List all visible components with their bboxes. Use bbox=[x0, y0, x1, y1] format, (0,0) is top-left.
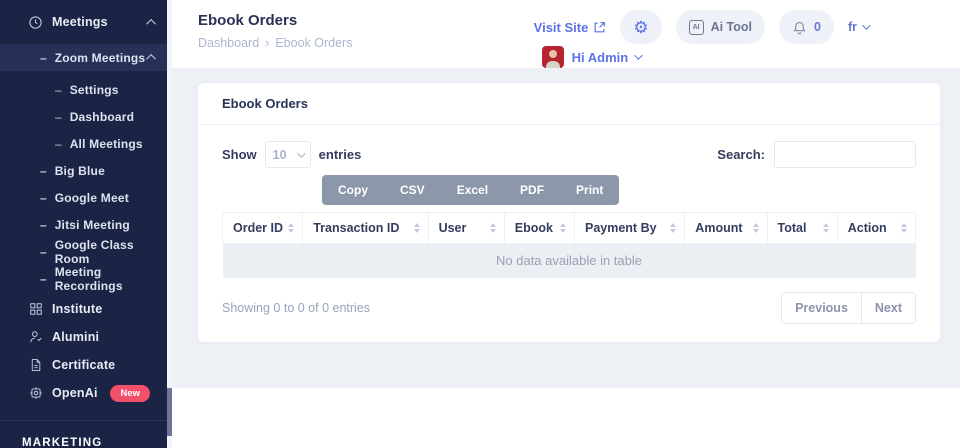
chip-icon bbox=[28, 386, 43, 401]
document-icon bbox=[28, 358, 43, 373]
chevron-up-icon bbox=[146, 54, 156, 64]
chevron-up-icon bbox=[146, 18, 156, 28]
sidebar-item-google-meet[interactable]: – Google Meet bbox=[0, 184, 172, 211]
settings-button[interactable]: ⚙ bbox=[620, 10, 661, 44]
table-row-empty: No data available in table bbox=[223, 244, 916, 278]
orders-table: Order ID Transaction ID User Ebook Payme… bbox=[222, 212, 916, 278]
sidebar-item-label: Zoom Meetings bbox=[55, 51, 146, 65]
empty-table-message: No data available in table bbox=[223, 244, 916, 278]
top-bar: Ebook Orders Dashboard › Ebook Orders Vi… bbox=[172, 0, 960, 68]
sort-icon bbox=[823, 223, 829, 233]
next-page-button[interactable]: Next bbox=[861, 293, 915, 323]
csv-button[interactable]: CSV bbox=[384, 175, 441, 205]
search-label: Search: bbox=[717, 147, 765, 162]
column-header-payment-by[interactable]: Payment By bbox=[574, 213, 684, 244]
ai-chip-icon: AI bbox=[689, 20, 704, 35]
sort-icon bbox=[490, 223, 496, 233]
ebook-orders-card: Ebook Orders Show 10 entries Search: bbox=[198, 83, 940, 342]
sidebar-item-certificate[interactable]: Certificate bbox=[0, 351, 172, 379]
visit-site-link[interactable]: Visit Site bbox=[534, 20, 607, 35]
sidebar-item-zoom-meetings[interactable]: – Zoom Meetings bbox=[0, 44, 172, 71]
column-header-action[interactable]: Action bbox=[837, 213, 915, 244]
grid-icon bbox=[28, 302, 43, 317]
export-button-group: Copy CSV Excel PDF Print bbox=[322, 175, 619, 205]
pagination: Previous Next bbox=[781, 292, 916, 324]
person-icon bbox=[28, 330, 43, 345]
chevron-down-icon bbox=[634, 51, 642, 59]
user-avatar[interactable] bbox=[542, 46, 564, 68]
dash-bullet: – bbox=[40, 51, 47, 65]
chevron-down-icon bbox=[862, 21, 870, 29]
bell-icon bbox=[792, 20, 807, 35]
dash-bullet: – bbox=[55, 137, 62, 151]
sidebar-item-all-meetings[interactable]: – All Meetings bbox=[0, 130, 172, 157]
sidebar-item-openai[interactable]: OpenAi New bbox=[0, 379, 172, 407]
dash-bullet: – bbox=[40, 218, 47, 232]
dash-bullet: – bbox=[55, 110, 62, 124]
sort-icon bbox=[901, 223, 907, 233]
breadcrumb: Dashboard › Ebook Orders bbox=[198, 36, 352, 50]
dash-bullet: – bbox=[55, 83, 62, 97]
pdf-button[interactable]: PDF bbox=[504, 175, 560, 205]
sidebar-item-settings[interactable]: – Settings bbox=[0, 76, 172, 103]
notification-count: 0 bbox=[814, 20, 821, 34]
column-header-ebook[interactable]: Ebook bbox=[504, 213, 574, 244]
search-input[interactable] bbox=[774, 141, 916, 168]
copy-button[interactable]: Copy bbox=[322, 175, 384, 205]
sidebar-item-label: Meetings bbox=[52, 15, 108, 29]
sidebar-item-meetings[interactable]: Meetings bbox=[0, 8, 172, 36]
sidebar-item-institute[interactable]: Institute bbox=[0, 295, 172, 323]
ai-tool-button[interactable]: AI Ai Tool bbox=[676, 10, 765, 44]
column-header-user[interactable]: User bbox=[428, 213, 504, 244]
gear-icon: ⚙ bbox=[633, 19, 648, 36]
previous-page-button[interactable]: Previous bbox=[782, 293, 861, 323]
sidebar-item-alumini[interactable]: Alumini bbox=[0, 323, 172, 351]
chevron-down-icon bbox=[297, 149, 305, 157]
sidebar-section-marketing: MARKETING bbox=[0, 421, 172, 448]
show-label: Show bbox=[222, 147, 257, 162]
breadcrumb-separator: › bbox=[265, 36, 269, 50]
sidebar-item-jitsi-meeting[interactable]: – Jitsi Meeting bbox=[0, 211, 172, 238]
language-dropdown[interactable]: fr bbox=[848, 20, 868, 34]
user-menu[interactable]: Hi Admin bbox=[572, 50, 641, 65]
dash-bullet: – bbox=[40, 272, 47, 286]
page-title: Ebook Orders bbox=[198, 12, 352, 29]
sidebar-item-meeting-recordings[interactable]: – Meeting Recordings bbox=[0, 265, 172, 292]
sort-icon bbox=[753, 223, 759, 233]
sidebar-item-dashboard[interactable]: – Dashboard bbox=[0, 103, 172, 130]
sort-icon bbox=[560, 223, 566, 233]
card-title: Ebook Orders bbox=[198, 83, 940, 125]
sidebar-item-google-class-room[interactable]: – Google Class Room bbox=[0, 238, 172, 265]
dash-bullet: – bbox=[40, 245, 47, 259]
clock-icon bbox=[28, 15, 43, 30]
entries-label: entries bbox=[319, 147, 362, 162]
sidebar-scrollbar[interactable] bbox=[167, 0, 172, 448]
column-header-order-id[interactable]: Order ID bbox=[223, 213, 303, 244]
entries-summary: Showing 0 to 0 of 0 entries bbox=[222, 301, 370, 315]
excel-button[interactable]: Excel bbox=[441, 175, 504, 205]
content-area: Ebook Orders Show 10 entries Search: bbox=[172, 68, 960, 388]
breadcrumb-parent[interactable]: Dashboard bbox=[198, 36, 259, 50]
column-header-total[interactable]: Total bbox=[767, 213, 837, 244]
breadcrumb-current: Ebook Orders bbox=[275, 36, 352, 50]
scrollbar-thumb[interactable] bbox=[167, 388, 172, 436]
dash-bullet: – bbox=[40, 164, 47, 178]
sidebar-item-big-blue[interactable]: – Big Blue bbox=[0, 157, 172, 184]
print-button[interactable]: Print bbox=[560, 175, 619, 205]
dash-bullet: – bbox=[40, 191, 47, 205]
page-footer-area bbox=[172, 388, 960, 448]
sort-icon bbox=[288, 223, 294, 233]
page-size-select[interactable]: 10 bbox=[265, 141, 311, 168]
new-badge: New bbox=[110, 385, 150, 402]
sidebar: Meetings – Zoom Meetings – Settings – Da… bbox=[0, 0, 172, 448]
sort-icon bbox=[414, 223, 420, 233]
sort-icon bbox=[670, 223, 676, 233]
column-header-amount[interactable]: Amount bbox=[685, 213, 767, 244]
external-link-icon bbox=[593, 21, 606, 34]
column-header-transaction-id[interactable]: Transaction ID bbox=[303, 213, 428, 244]
notifications-button[interactable]: 0 bbox=[779, 10, 834, 44]
